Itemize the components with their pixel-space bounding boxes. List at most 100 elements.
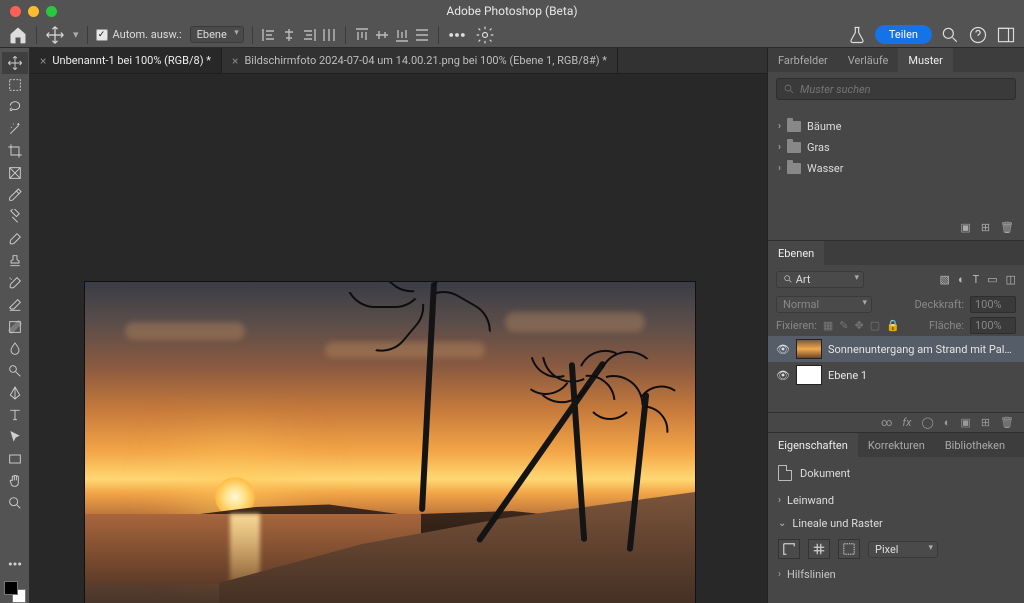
artboard[interactable] bbox=[85, 282, 695, 603]
tool-gradient[interactable] bbox=[2, 316, 28, 338]
layer-filter-select[interactable]: Art bbox=[776, 271, 864, 288]
tab-libraries[interactable]: Bibliotheken bbox=[935, 433, 1015, 457]
tool-marquee[interactable] bbox=[2, 74, 28, 96]
document-tab-1[interactable]: × Unbenannt-1 bei 100% (RGB/8) * bbox=[30, 48, 222, 73]
accordion-guides[interactable]: › Hilfslinien bbox=[778, 563, 1014, 586]
tool-history-brush[interactable] bbox=[2, 272, 28, 294]
layer-thumbnail[interactable] bbox=[796, 365, 822, 385]
close-icon[interactable]: × bbox=[40, 54, 46, 68]
tab-adjustments[interactable]: Korrekturen bbox=[858, 433, 935, 457]
align-right-icon[interactable] bbox=[301, 27, 317, 43]
filter-pixel-icon[interactable]: ▧ bbox=[940, 273, 950, 286]
lock-all-icon[interactable]: 🔒 bbox=[886, 319, 900, 332]
tab-layers[interactable]: Ebenen bbox=[768, 241, 824, 265]
tool-wand[interactable] bbox=[2, 118, 28, 140]
workspace-switcher-icon[interactable] bbox=[996, 25, 1016, 45]
filter-shape-icon[interactable]: ▭ bbox=[987, 273, 997, 286]
grid-toggle-icon[interactable] bbox=[808, 539, 830, 559]
align-bottom-icon[interactable] bbox=[394, 27, 410, 43]
filter-smart-icon[interactable]: ◫ bbox=[1006, 273, 1016, 286]
fx-icon[interactable]: fx bbox=[902, 416, 911, 429]
tool-rectangle[interactable] bbox=[2, 448, 28, 470]
tab-swatches[interactable]: Farbfelder bbox=[768, 48, 838, 72]
layer-thumbnail[interactable] bbox=[796, 339, 822, 359]
tool-move[interactable] bbox=[2, 52, 28, 74]
gear-icon[interactable] bbox=[475, 25, 495, 45]
tool-frame[interactable] bbox=[2, 162, 28, 184]
save-preset-icon[interactable]: ▣ bbox=[960, 221, 970, 234]
edit-toolbar-icon[interactable] bbox=[2, 553, 28, 575]
auto-select-checkbox[interactable]: ✓ Autom. ausw.: bbox=[96, 28, 182, 41]
filter-type-icon[interactable]: T bbox=[973, 273, 980, 286]
tool-blur[interactable] bbox=[2, 338, 28, 360]
tool-brush[interactable] bbox=[2, 228, 28, 250]
pattern-search[interactable] bbox=[776, 78, 1016, 100]
filter-adjust-icon[interactable]: ◐ bbox=[958, 273, 965, 286]
align-top-icon[interactable] bbox=[354, 27, 370, 43]
help-icon[interactable] bbox=[968, 25, 988, 45]
distribute-h-icon[interactable] bbox=[321, 27, 337, 43]
accordion-rulers[interactable]: ⌄ Lineale und Raster bbox=[778, 512, 1014, 535]
tool-crop[interactable] bbox=[2, 140, 28, 162]
ruler-toggle-icon[interactable] bbox=[778, 539, 800, 559]
document-tab-2[interactable]: × Bildschirmfoto 2024-07-04 um 14.00.21.… bbox=[222, 48, 618, 73]
search-icon[interactable] bbox=[940, 25, 960, 45]
visibility-toggle-icon[interactable]: 👁 bbox=[776, 369, 790, 382]
trash-icon[interactable]: 🗑 bbox=[1000, 416, 1014, 429]
pattern-folder-trees[interactable]: › Bäume bbox=[768, 116, 1024, 137]
color-swatches[interactable] bbox=[4, 581, 26, 603]
trash-icon[interactable]: 🗑 bbox=[1000, 221, 1014, 234]
visibility-toggle-icon[interactable]: 👁 bbox=[776, 343, 790, 356]
layer-name[interactable]: Ebene 1 bbox=[828, 369, 1016, 382]
adjustment-icon[interactable]: ◐ bbox=[944, 416, 951, 429]
align-left-icon[interactable] bbox=[261, 27, 277, 43]
tab-properties[interactable]: Eigenschaften bbox=[768, 433, 858, 457]
window-minimize-icon[interactable] bbox=[28, 6, 39, 17]
tool-healing[interactable] bbox=[2, 206, 28, 228]
canvas[interactable] bbox=[30, 74, 767, 603]
pattern-search-input[interactable] bbox=[800, 83, 1009, 96]
lock-position-icon[interactable]: ✥ bbox=[855, 319, 864, 332]
lock-artboard-icon[interactable]: ▢ bbox=[870, 319, 880, 332]
align-vcenter-icon[interactable] bbox=[374, 27, 390, 43]
tab-patterns[interactable]: Muster bbox=[898, 48, 953, 72]
tool-dodge[interactable] bbox=[2, 360, 28, 382]
new-layer-icon[interactable]: ⊞ bbox=[981, 416, 990, 429]
window-zoom-icon[interactable] bbox=[46, 6, 57, 17]
move-tool-indicator-icon[interactable] bbox=[45, 25, 65, 45]
mask-icon[interactable]: ◯ bbox=[921, 416, 933, 429]
blend-mode-select[interactable]: Normal bbox=[776, 296, 872, 313]
tool-stamp[interactable] bbox=[2, 250, 28, 272]
tool-eraser[interactable] bbox=[2, 294, 28, 316]
tool-eyedropper[interactable] bbox=[2, 184, 28, 206]
close-icon[interactable]: × bbox=[232, 54, 238, 68]
window-close-icon[interactable] bbox=[10, 6, 21, 17]
tool-hand[interactable] bbox=[2, 470, 28, 492]
auto-select-target-select[interactable]: Ebene bbox=[190, 26, 244, 43]
new-group-icon[interactable]: ⊞ bbox=[981, 221, 990, 234]
tool-lasso[interactable] bbox=[2, 96, 28, 118]
pixel-grid-icon[interactable] bbox=[838, 539, 860, 559]
pattern-folder-water[interactable]: › Wasser bbox=[768, 158, 1024, 179]
tab-gradients[interactable]: Verläufe bbox=[838, 48, 899, 72]
tool-type[interactable] bbox=[2, 404, 28, 426]
layer-name[interactable]: Sonnenuntergang am Strand mit Palmen bbox=[828, 343, 1016, 356]
pattern-folder-grass[interactable]: › Gras bbox=[768, 137, 1024, 158]
more-options-icon[interactable] bbox=[447, 25, 467, 45]
beaker-icon[interactable] bbox=[847, 25, 867, 45]
group-icon[interactable]: ▣ bbox=[960, 416, 970, 429]
distribute-v-icon[interactable] bbox=[414, 27, 430, 43]
layer-row[interactable]: 👁 Ebene 1 bbox=[768, 362, 1024, 388]
home-button[interactable] bbox=[8, 25, 28, 45]
accordion-canvas[interactable]: › Leinwand bbox=[778, 489, 1014, 512]
align-hcenter-icon[interactable] bbox=[281, 27, 297, 43]
tool-zoom[interactable] bbox=[2, 492, 28, 514]
share-button[interactable]: Teilen bbox=[875, 25, 932, 44]
tool-pen[interactable] bbox=[2, 382, 28, 404]
lock-paint-icon[interactable]: ✎ bbox=[839, 319, 848, 332]
layer-row[interactable]: 👁 Sonnenuntergang am Strand mit Palmen bbox=[768, 336, 1024, 362]
tool-path-select[interactable] bbox=[2, 426, 28, 448]
link-layers-icon[interactable]: ∞ bbox=[881, 416, 892, 429]
opacity-value[interactable]: 100% bbox=[970, 296, 1016, 313]
ruler-unit-select[interactable]: Pixel bbox=[868, 541, 938, 558]
